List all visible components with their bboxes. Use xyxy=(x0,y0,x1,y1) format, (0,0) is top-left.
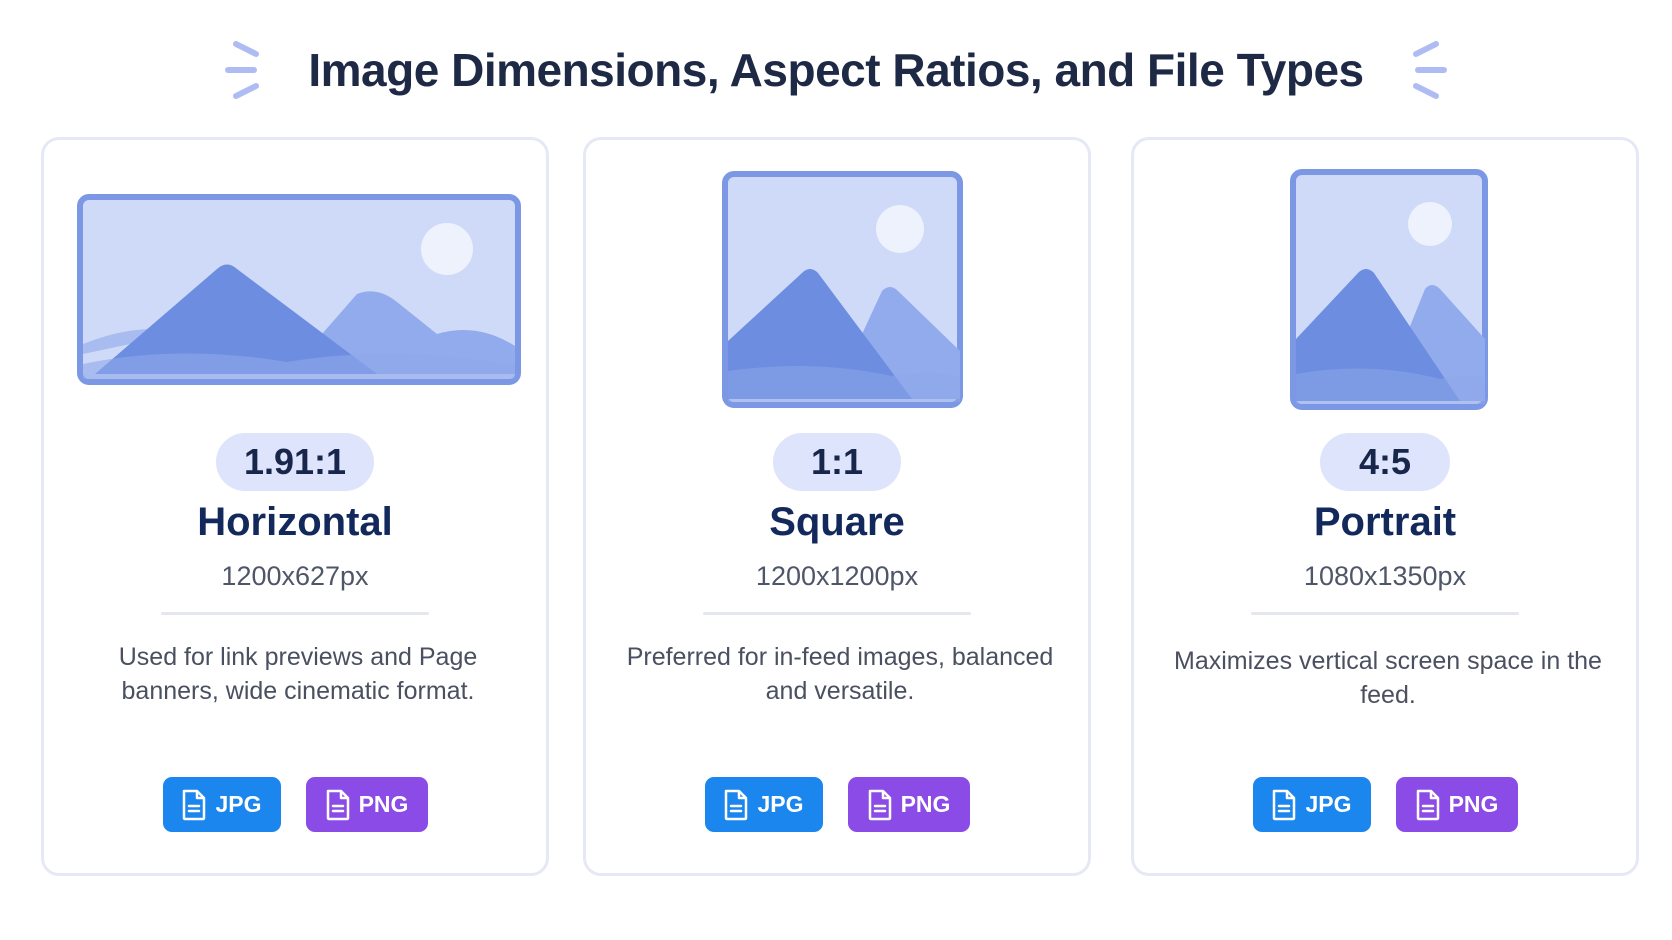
jpg-badge: JPG xyxy=(162,777,281,832)
right-sparkle-icon xyxy=(1412,41,1447,99)
aspect-ratio-badge: 1:1 xyxy=(773,433,901,491)
format-description: Preferred for in-feed images, balanced a… xyxy=(626,643,1054,705)
format-dimensions: 1200x1200px xyxy=(755,561,919,591)
png-label: PNG xyxy=(358,791,409,817)
divider xyxy=(703,612,971,615)
format-name: Square xyxy=(769,500,905,544)
file-icon xyxy=(725,789,748,820)
format-name: Horizontal xyxy=(197,500,393,544)
format-dimensions: 1080x1350px xyxy=(1303,561,1467,591)
portrait-image-icon xyxy=(1290,169,1488,410)
format-description: Maximizes vertical screen space in the f… xyxy=(1174,647,1602,709)
file-type-badges: JPG PNG xyxy=(1134,777,1636,832)
jpg-label: JPG xyxy=(215,791,262,817)
file-type-badges: JPG PNG xyxy=(586,777,1088,832)
aspect-ratio-badge: 1.91:1 xyxy=(216,433,374,491)
format-name: Portrait xyxy=(1313,500,1457,544)
png-label: PNG xyxy=(900,791,951,817)
header: Image Dimensions, Aspect Ratios, and Fil… xyxy=(0,30,1672,110)
format-dimensions: 1200x627px xyxy=(221,561,369,591)
aspect-ratio-badge: 4:5 xyxy=(1320,433,1450,491)
png-badge: PNG xyxy=(847,777,970,832)
file-icon xyxy=(1273,789,1296,820)
file-icon xyxy=(183,789,206,820)
jpg-label: JPG xyxy=(757,791,804,817)
page-title: Image Dimensions, Aspect Ratios, and Fil… xyxy=(308,44,1364,96)
png-badge: PNG xyxy=(1395,777,1518,832)
file-icon xyxy=(326,789,349,820)
png-badge: PNG xyxy=(305,777,428,832)
format-description: Used for link previews and Page banners,… xyxy=(118,643,478,705)
format-card-square: 1:1 Square 1200x1200px Preferred for in-… xyxy=(583,137,1091,876)
left-sparkle-icon xyxy=(225,41,260,99)
jpg-badge: JPG xyxy=(1252,777,1371,832)
file-icon xyxy=(868,789,891,820)
file-type-badges: JPG PNG xyxy=(44,777,546,832)
jpg-label: JPG xyxy=(1305,791,1352,817)
square-image-icon xyxy=(722,171,963,408)
format-card-horizontal: 1.91:1 Horizontal 1200x627px Used for li… xyxy=(41,137,549,876)
jpg-badge: JPG xyxy=(704,777,823,832)
format-card-portrait: 4:5 Portrait 1080x1350px Maximizes verti… xyxy=(1131,137,1639,876)
file-icon xyxy=(1416,789,1439,820)
landscape-image-icon xyxy=(77,194,521,385)
divider xyxy=(161,612,429,615)
png-label: PNG xyxy=(1448,791,1499,817)
divider xyxy=(1251,612,1519,615)
